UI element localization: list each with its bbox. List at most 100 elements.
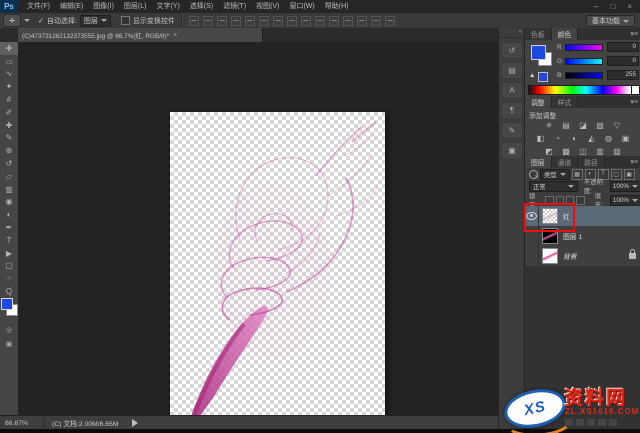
selective-color-icon[interactable]: ▧: [612, 146, 623, 156]
vibrance-icon[interactable]: ▽: [612, 120, 623, 130]
threshold-icon[interactable]: ◫: [578, 146, 589, 156]
fill-field[interactable]: 100%: [609, 194, 640, 206]
align-right-edges-icon[interactable]: [258, 15, 269, 26]
status-options-arrow-icon[interactable]: [132, 419, 139, 427]
brush-tool[interactable]: ✎: [0, 132, 18, 145]
tab-adjustments[interactable]: 调整: [525, 96, 552, 108]
distribute-left-icon[interactable]: [314, 15, 325, 26]
workspace-switcher[interactable]: 基本功能: [586, 15, 635, 27]
filter-type-dropdown[interactable]: 类型: [540, 168, 570, 180]
layer-row-background[interactable]: 背景: [525, 246, 640, 267]
menu-item-file[interactable]: 文件(F): [22, 0, 55, 13]
screen-mode-button[interactable]: ▣: [0, 338, 18, 350]
filter-shape-layers-icon[interactable]: ▢: [610, 168, 622, 180]
distribute-right-icon[interactable]: [342, 15, 353, 26]
document-canvas[interactable]: [170, 112, 385, 433]
menu-item-image[interactable]: 图像(I): [88, 0, 119, 13]
lock-all-icon[interactable]: [576, 195, 585, 205]
clone-stamp-tool[interactable]: ⊕: [0, 144, 18, 157]
panel-menu-icon[interactable]: ▾≡: [627, 28, 640, 40]
auto-select-dropdown[interactable]: 图层: [79, 14, 111, 27]
eyedropper-tool[interactable]: ✐: [0, 106, 18, 119]
dock-collapse-handle[interactable]: «: [499, 28, 525, 38]
maximize-button[interactable]: □: [610, 2, 615, 11]
blur-tool[interactable]: ◉: [0, 196, 18, 209]
show-transform-checkbox[interactable]: [120, 16, 130, 25]
foreground-color-well[interactable]: [531, 45, 546, 60]
rectangle-tool[interactable]: ▢: [0, 260, 18, 273]
distribute-top-icon[interactable]: [272, 15, 283, 26]
green-value-field[interactable]: 0: [607, 56, 639, 66]
hand-tool[interactable]: ☞: [0, 272, 18, 285]
tool-preset-arrow-icon[interactable]: [24, 19, 30, 22]
history-brush-tool[interactable]: ↺: [0, 157, 18, 170]
menu-item-layer[interactable]: 图层(L): [119, 0, 152, 13]
close-button[interactable]: ×: [627, 2, 632, 11]
pen-tool[interactable]: ✒: [0, 221, 18, 234]
color-balance-icon[interactable]: ◔: [552, 133, 563, 143]
brightness-contrast-icon[interactable]: ✳: [544, 120, 555, 130]
exposure-icon[interactable]: ▨: [595, 120, 606, 130]
black-white-icon[interactable]: ◐: [569, 133, 580, 143]
menu-item-edit[interactable]: 编辑(E): [55, 0, 88, 13]
green-slider[interactable]: [565, 58, 603, 65]
properties-panel-icon[interactable]: ▤: [502, 63, 522, 78]
tab-channels[interactable]: 通道: [551, 156, 579, 168]
distribute-horizontal-centers-icon[interactable]: [328, 15, 339, 26]
opacity-field[interactable]: 100%: [609, 180, 640, 192]
layer-name[interactable]: 背景: [563, 251, 577, 261]
tab-color[interactable]: 颜色: [551, 28, 579, 40]
horizontal-type-tool[interactable]: T: [0, 234, 18, 247]
document-tab[interactable]: (C)473731262132373555.jpg @ 66.7%(红, RGB…: [18, 28, 263, 42]
roll-3d-icon[interactable]: [384, 15, 395, 26]
auto-align-layers-icon[interactable]: [356, 15, 367, 26]
menu-item-view[interactable]: 视图(V): [251, 0, 284, 13]
blend-mode-dropdown[interactable]: 正常: [529, 180, 578, 192]
layer-thumbnail[interactable]: [542, 248, 558, 264]
photo-filter-icon[interactable]: ◭: [586, 133, 597, 143]
minimize-button[interactable]: –: [594, 2, 598, 11]
brush-panel-icon[interactable]: ✎: [502, 123, 522, 138]
clone-source-panel-icon[interactable]: ▣: [502, 143, 522, 158]
zoom-tool[interactable]: Q: [0, 285, 18, 298]
curves-icon[interactable]: ◪: [578, 120, 589, 130]
spot-healing-brush-tool[interactable]: ✚: [0, 119, 18, 132]
red-slider[interactable]: [565, 44, 603, 51]
tab-paths[interactable]: 路径: [578, 156, 605, 168]
menu-item-help[interactable]: 帮助(H): [320, 0, 354, 13]
posterize-icon[interactable]: ▩: [561, 146, 572, 156]
tab-layers[interactable]: 图层: [525, 156, 552, 168]
gradient-map-icon[interactable]: ▥: [595, 146, 606, 156]
rectangular-marquee-tool[interactable]: ▭: [0, 55, 18, 68]
layer-name[interactable]: 图层 1: [563, 231, 582, 241]
gradient-tool[interactable]: ▥: [0, 183, 18, 196]
hue-saturation-icon[interactable]: ◧: [535, 133, 546, 143]
color-spectrum-ramp[interactable]: [528, 85, 632, 95]
tab-styles[interactable]: 样式: [551, 96, 579, 108]
zoom-level-field[interactable]: 66.67%: [5, 420, 35, 427]
gamut-warning-icon[interactable]: ▲: [529, 72, 535, 79]
rotate-3d-icon[interactable]: [370, 15, 381, 26]
path-selection-tool[interactable]: ▶: [0, 247, 18, 260]
align-bottom-edges-icon[interactable]: [216, 15, 227, 26]
character-panel-icon[interactable]: A: [502, 83, 522, 98]
quick-mask-button[interactable]: ◎: [0, 324, 18, 336]
menu-item-filter[interactable]: 滤镜(T): [218, 0, 251, 13]
panel-menu-icon[interactable]: ▾≡: [627, 156, 640, 168]
menu-item-type[interactable]: 文字(Y): [151, 0, 184, 13]
color-lookup-icon[interactable]: ▣: [620, 133, 631, 143]
align-horizontal-centers-icon[interactable]: [244, 15, 255, 26]
distribute-vertical-centers-icon[interactable]: [286, 15, 297, 26]
visibility-cell[interactable]: [525, 246, 539, 266]
panel-menu-icon[interactable]: ▾≡: [627, 96, 640, 108]
tab-swatches[interactable]: 色板: [525, 28, 552, 40]
filter-smart-objects-icon[interactable]: ▣: [623, 168, 635, 180]
align-left-edges-icon[interactable]: [230, 15, 241, 26]
align-vertical-centers-icon[interactable]: [202, 15, 213, 26]
history-panel-icon[interactable]: ↺: [502, 43, 522, 58]
dodge-tool[interactable]: ◐: [0, 208, 18, 221]
eraser-tool[interactable]: ▱: [0, 170, 18, 183]
levels-icon[interactable]: ▤: [561, 120, 572, 130]
lasso-tool[interactable]: ∿: [0, 68, 18, 81]
move-tool[interactable]: ✛: [0, 42, 18, 55]
